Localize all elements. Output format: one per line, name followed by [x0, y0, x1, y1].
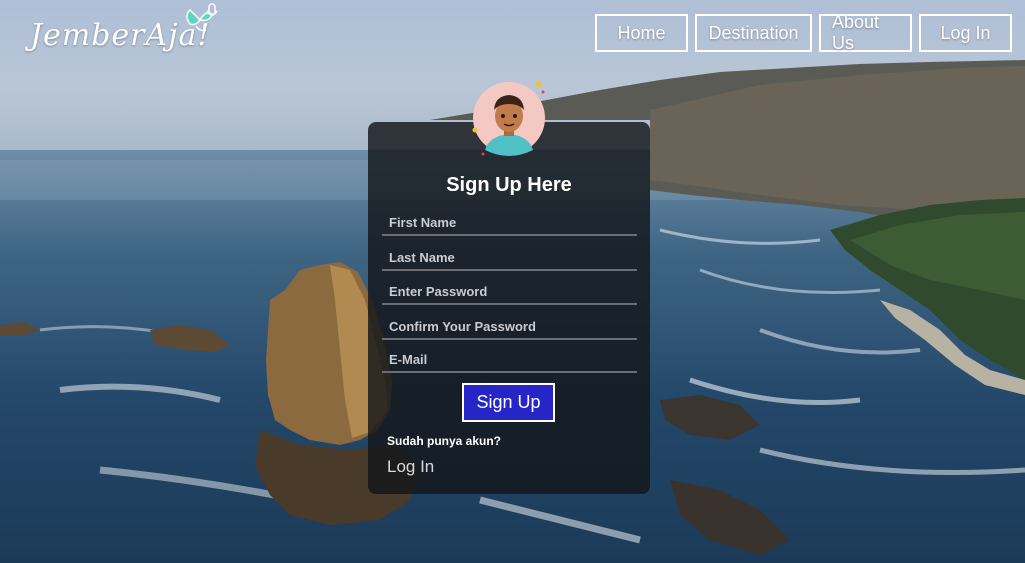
sign-up-button[interactable]: Sign Up — [462, 383, 555, 422]
nav-log-in-button[interactable]: Log In — [919, 14, 1012, 52]
log-in-link[interactable]: Log In — [387, 457, 434, 477]
first-name-input[interactable] — [382, 210, 637, 236]
nav-about-us-button[interactable]: About Us — [819, 12, 912, 53]
confirm-password-input[interactable] — [382, 314, 637, 340]
main-nav: Home Destination About Us Log In — [595, 12, 1012, 53]
nav-destination-button[interactable]: Destination — [695, 14, 812, 52]
butterfly-microphone-icon — [186, 3, 218, 32]
signup-card: Sign Up Here Sign Up Sudah punya akun? L… — [368, 122, 650, 494]
user-avatar-icon — [472, 81, 545, 156]
email-input[interactable] — [382, 347, 637, 373]
account-question: Sudah punya akun? — [387, 434, 502, 448]
signup-title: Sign Up Here — [446, 174, 572, 196]
last-name-input[interactable] — [382, 245, 637, 271]
nav-home-button[interactable]: Home — [595, 14, 688, 52]
password-input[interactable] — [382, 279, 637, 305]
